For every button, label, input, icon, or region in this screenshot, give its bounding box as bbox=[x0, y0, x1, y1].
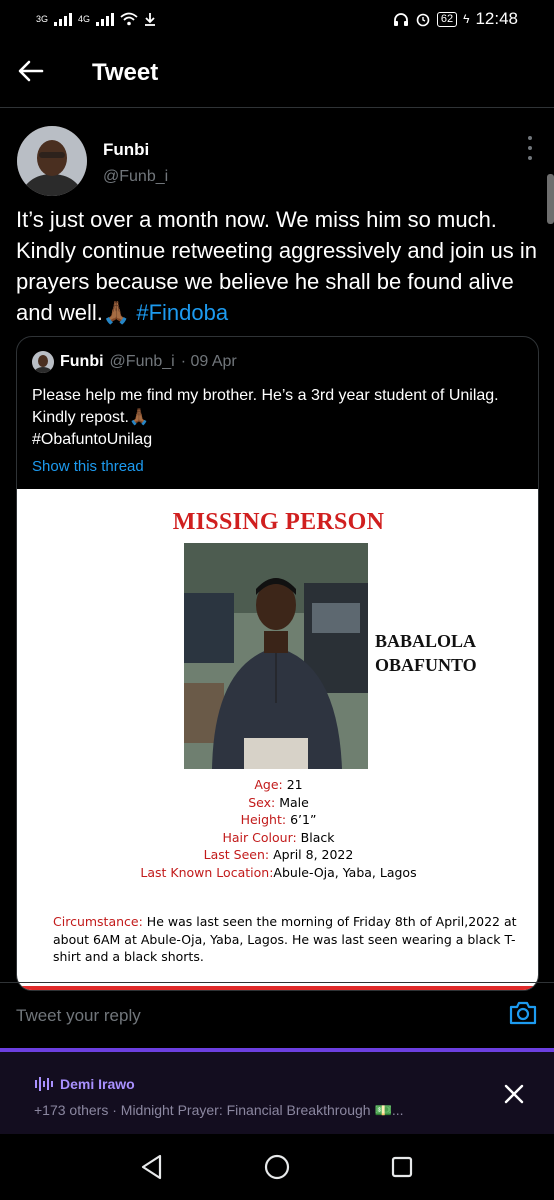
circle-home-icon bbox=[264, 1154, 290, 1180]
detail-colon: : bbox=[281, 812, 291, 827]
back-button[interactable] bbox=[18, 56, 74, 90]
more-dot bbox=[528, 156, 532, 160]
detail-label: Last Seen bbox=[203, 847, 265, 862]
close-spaces-button[interactable] bbox=[502, 1082, 526, 1106]
quoted-author-avatar bbox=[32, 351, 54, 373]
status-bar-left: 3G 4G bbox=[36, 12, 156, 26]
square-recents-icon bbox=[391, 1156, 412, 1178]
author-name[interactable]: Funbi bbox=[103, 140, 168, 160]
more-dot bbox=[528, 146, 532, 150]
author-avatar[interactable] bbox=[17, 126, 87, 196]
detail-colon: : bbox=[292, 829, 301, 845]
charging-icon: ϟ bbox=[463, 12, 470, 26]
detail-row: Sex: Male bbox=[17, 794, 538, 812]
spaces-host: Demi Irawo bbox=[34, 1076, 135, 1092]
triangle-back-icon bbox=[142, 1154, 162, 1180]
nav-back-button[interactable] bbox=[137, 1152, 167, 1182]
spaces-host-name: Demi Irawo bbox=[60, 1076, 135, 1092]
detail-row: Age: 21 bbox=[17, 776, 538, 794]
person-details: Age: 21 Sex: Male Height: 6’1” Hair Colo… bbox=[17, 776, 538, 882]
reply-bar bbox=[0, 982, 554, 1048]
audio-wave-icon bbox=[35, 1077, 53, 1091]
circumstance-colon: : bbox=[138, 914, 147, 929]
network-type-1: 3G bbox=[36, 14, 49, 24]
detail-value: Male bbox=[279, 794, 309, 810]
detail-row: Last Known Location:Abule-Oja, Yaba, Lag… bbox=[17, 864, 538, 882]
more-dot bbox=[528, 136, 532, 140]
system-nav-bar bbox=[0, 1134, 554, 1200]
spaces-description: +173 others · Midnight Prayer: Financial… bbox=[34, 1102, 404, 1118]
poster-title: MISSING PERSON bbox=[172, 509, 385, 535]
network-type-2: 4G bbox=[78, 14, 91, 24]
reply-input[interactable] bbox=[16, 1005, 436, 1026]
detail-label: Hair Colour bbox=[222, 829, 293, 845]
signal-icon-2 bbox=[96, 12, 115, 26]
wifi-icon bbox=[120, 12, 138, 26]
scrollbar[interactable] bbox=[547, 174, 554, 224]
tweet-body: It’s just over a month now. We miss him … bbox=[16, 207, 537, 325]
circumstance: Circumstance: He was last seen the morni… bbox=[53, 913, 523, 966]
person-name-line2: OBAFUNTO bbox=[375, 655, 477, 675]
more-options-button[interactable] bbox=[524, 136, 536, 160]
person-photo bbox=[184, 543, 368, 769]
show-thread-link[interactable]: Show this thread bbox=[32, 458, 144, 475]
camera-button[interactable] bbox=[508, 1000, 538, 1031]
status-bar-right: 62 ϟ 12:48 bbox=[393, 9, 518, 29]
quoted-date: · 09 Apr bbox=[180, 353, 237, 370]
status-bar: 3G 4G 62 ϟ 12:48 bbox=[0, 0, 554, 38]
quoted-tweet-text: Please help me find my brother. He’s a 3… bbox=[32, 385, 527, 451]
nav-recents-button[interactable] bbox=[387, 1152, 417, 1182]
close-icon bbox=[504, 1084, 524, 1104]
quoted-hashtag: #ObafuntoUnilag bbox=[32, 431, 153, 448]
quoted-author-name: Funbi bbox=[60, 353, 104, 370]
detail-colon: : bbox=[278, 777, 287, 792]
page-title: Tweet bbox=[92, 58, 159, 86]
detail-colon: : bbox=[271, 794, 280, 810]
spaces-dock[interactable]: Demi Irawo +173 others · Midnight Prayer… bbox=[0, 1048, 554, 1134]
quoted-body: Please help me find my brother. He’s a 3… bbox=[32, 387, 499, 426]
detail-value: Black bbox=[300, 829, 335, 845]
detail-row: Last Seen: April 8, 2022 bbox=[17, 846, 538, 864]
alarm-icon bbox=[416, 13, 430, 27]
detail-label: Age bbox=[254, 777, 279, 792]
missing-person-poster[interactable]: MISSING PERSON BABALOLA OBAFUNTO Age: 21… bbox=[17, 489, 538, 990]
download-icon bbox=[145, 13, 156, 26]
author-info[interactable]: Funbi @Funb_i bbox=[103, 140, 168, 186]
quoted-tweet-header: Funbi @Funb_i · 09 Apr bbox=[32, 351, 237, 373]
avatar-image bbox=[17, 126, 87, 196]
detail-label: Last Known Location bbox=[140, 864, 270, 880]
headphones-icon bbox=[393, 12, 408, 26]
circumstance-label: Circumstance bbox=[53, 914, 139, 929]
detail-label: Sex bbox=[248, 794, 271, 810]
clock: 12:48 bbox=[475, 9, 518, 28]
detail-row: Hair Colour: Black bbox=[17, 829, 538, 847]
detail-value: Abule-Oja, Yaba, Lagos bbox=[273, 864, 417, 880]
detail-value: April 8, 2022 bbox=[273, 847, 354, 862]
battery-indicator: 62 bbox=[436, 11, 458, 27]
detail-colon: : bbox=[264, 847, 274, 862]
quoted-tweet[interactable]: Funbi @Funb_i · 09 Apr Please help me fi… bbox=[16, 336, 539, 991]
nav-home-button[interactable] bbox=[262, 1152, 292, 1182]
tweet-text: It’s just over a month now. We miss him … bbox=[16, 204, 542, 328]
arrow-left-icon bbox=[18, 60, 44, 81]
detail-label: Height bbox=[240, 812, 282, 827]
person-name-line1: BABALOLA bbox=[375, 631, 477, 651]
author-handle[interactable]: @Funb_i bbox=[103, 168, 168, 186]
detail-row: Height: 6’1” bbox=[17, 811, 538, 829]
detail-value: 6’1” bbox=[290, 812, 317, 827]
detail-value: 21 bbox=[286, 777, 303, 792]
camera-icon bbox=[509, 1001, 537, 1025]
signal-icon bbox=[54, 12, 73, 26]
person-name: BABALOLA OBAFUNTO bbox=[375, 629, 477, 677]
top-app-bar: Tweet bbox=[0, 38, 554, 108]
quoted-author-handle: @Funb_i bbox=[109, 353, 175, 370]
hashtag-link[interactable]: #Findoba bbox=[136, 300, 228, 325]
